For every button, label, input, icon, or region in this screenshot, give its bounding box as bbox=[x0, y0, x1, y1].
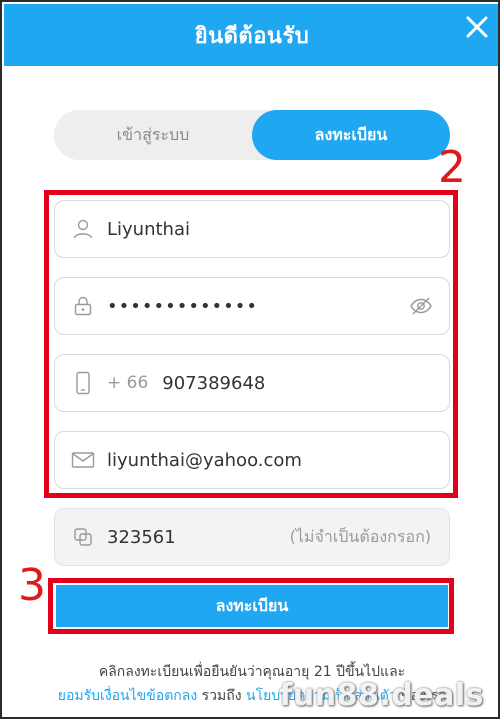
email-field[interactable]: liyunthai@yahoo.com bbox=[54, 431, 450, 489]
user-icon bbox=[71, 217, 95, 241]
password-field[interactable]: ••••••••••••• bbox=[54, 277, 450, 335]
mail-icon bbox=[71, 448, 95, 472]
tab-register[interactable]: ลงทะเบียน bbox=[252, 110, 450, 160]
register-submit-button[interactable]: ลงทะเบียน bbox=[56, 585, 448, 627]
lock-icon bbox=[71, 294, 95, 318]
username-field[interactable]: Liyunthai bbox=[54, 200, 450, 258]
referral-value: 323561 bbox=[107, 526, 176, 548]
terms-conditions-link[interactable]: ยอมรับเงื่อนไขข้อตกลง bbox=[58, 688, 197, 704]
eye-off-icon[interactable] bbox=[409, 294, 433, 318]
email-value: liyunthai@yahoo.com bbox=[107, 449, 302, 471]
phone-value: 907389648 bbox=[162, 372, 266, 394]
phone-icon bbox=[71, 371, 95, 395]
registration-modal: ยินดีต้อนรับ เข้าสู่ระบบ ลงทะเบียน 2 Liy… bbox=[0, 0, 500, 719]
tab-login[interactable]: เข้าสู่ระบบ bbox=[54, 110, 252, 160]
terms-mid-text: รวมถึง bbox=[197, 688, 247, 704]
close-icon[interactable] bbox=[462, 12, 492, 42]
referral-icon bbox=[71, 525, 95, 549]
modal-title: ยินดีต้อนรับ bbox=[194, 23, 310, 49]
watermark: fun88.deals bbox=[279, 678, 484, 713]
phone-field[interactable]: + 66 907389648 bbox=[54, 354, 450, 412]
annotation-step-3: 3 bbox=[18, 560, 46, 611]
referral-optional-hint: (ไม่จำเป็นต้องกรอก) bbox=[289, 526, 431, 546]
password-value: ••••••••••••• bbox=[107, 295, 259, 317]
annotation-step-2: 2 bbox=[438, 142, 466, 193]
modal-header: ยินดีต้อนรับ bbox=[4, 4, 498, 66]
auth-tabs: เข้าสู่ระบบ ลงทะเบียน bbox=[54, 110, 450, 160]
referral-field[interactable]: 323561 (ไม่จำเป็นต้องกรอก) bbox=[54, 508, 450, 566]
username-value: Liyunthai bbox=[107, 218, 190, 240]
phone-country-code[interactable]: + 66 bbox=[107, 373, 148, 393]
